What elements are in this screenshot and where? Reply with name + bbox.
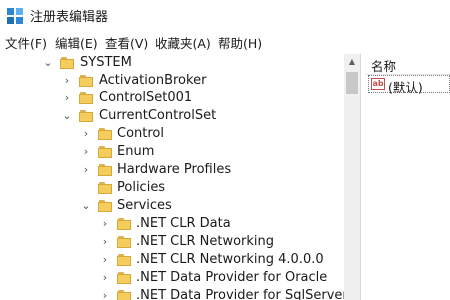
column-header-label: 名称 — [371, 59, 397, 74]
tree-node-net-data-provider-sqlserver[interactable]: › .NET Data Provider for SqlServer — [0, 287, 344, 300]
chevron-right-icon[interactable]: › — [80, 162, 92, 178]
folder-icon — [79, 92, 93, 104]
scroll-up-arrow-icon[interactable]: ▲ — [344, 54, 360, 70]
tree-node-label: Hardware Profiles — [117, 162, 232, 177]
tree-node-label: .NET Data Provider for Oracle — [136, 270, 328, 285]
folder-icon — [98, 146, 112, 158]
tree-node-net-clr-networking[interactable]: › .NET CLR Networking — [0, 233, 344, 251]
menu-edit[interactable]: 编辑(E) — [55, 33, 98, 52]
chevron-right-icon[interactable]: › — [99, 234, 111, 250]
chevron-right-icon[interactable]: › — [99, 216, 111, 232]
chevron-down-icon[interactable]: ⌄ — [80, 198, 92, 214]
folder-icon — [98, 200, 112, 212]
folder-icon — [117, 236, 131, 248]
chevron-right-icon[interactable]: › — [61, 73, 73, 89]
chevron-right-icon[interactable]: › — [99, 270, 111, 286]
folder-icon — [98, 182, 112, 194]
tree-node-label: CurrentControlSet — [99, 108, 217, 123]
tree-node-net-data-provider-oracle[interactable]: › .NET Data Provider for Oracle — [0, 269, 344, 287]
folder-icon — [60, 57, 74, 69]
tree-node-activationbroker[interactable]: › ActivationBroker — [0, 72, 344, 90]
tree-node-label: .NET CLR Data — [136, 216, 231, 231]
tree-node-label: Control — [117, 126, 164, 141]
menu-bar: 文件(F) 编辑(E) 查看(V) 收藏夹(A) 帮助(H) — [0, 30, 450, 52]
folder-icon — [79, 110, 93, 122]
chevron-down-icon[interactable]: ⌄ — [61, 108, 73, 124]
chevron-right-icon[interactable]: › — [61, 90, 73, 106]
chevron-down-icon[interactable]: ⌄ — [42, 55, 54, 71]
tree-node-label: .NET Data Provider for SqlServer — [136, 288, 344, 300]
folder-icon — [117, 254, 131, 266]
menu-file[interactable]: 文件(F) — [5, 33, 47, 52]
registry-tree[interactable]: ⌄ SYSTEM › ActivationBroker › ControlSet… — [0, 54, 344, 300]
tree-node-net-clr-data[interactable]: › .NET CLR Data — [0, 215, 344, 233]
folder-icon — [79, 74, 93, 87]
tree-node-system[interactable]: ⌄ SYSTEM — [0, 54, 344, 72]
chevron-right-icon[interactable]: › — [80, 126, 92, 142]
chevron-right-icon[interactable]: › — [99, 288, 111, 300]
tree-node-enum[interactable]: › Enum — [0, 143, 344, 161]
tree-node-net-clr-networking-4[interactable]: › .NET CLR Networking 4.0.0.0 — [0, 251, 344, 269]
chevron-right-icon[interactable]: › — [99, 252, 111, 268]
tree-node-control[interactable]: › Control — [0, 125, 344, 143]
tree-node-label: .NET CLR Networking 4.0.0.0 — [136, 252, 324, 267]
tree-node-label: SYSTEM — [80, 55, 132, 70]
tree-node-label: Enum — [117, 144, 155, 159]
window-title: 注册表编辑器 — [30, 10, 109, 25]
menu-favorites[interactable]: 收藏夹(A) — [155, 33, 211, 52]
chevron-right-icon[interactable]: › — [80, 144, 92, 160]
tree-node-controlset001[interactable]: › ControlSet001 — [0, 89, 344, 107]
title-bar: 注册表编辑器 — [0, 0, 450, 30]
folder-icon — [98, 128, 112, 140]
value-row-default[interactable]: ab (默认) — [368, 75, 450, 95]
value-name: (默认) — [388, 80, 423, 95]
tree-node-services[interactable]: ⌄ Services — [0, 197, 344, 215]
tree-node-label: ControlSet001 — [99, 90, 193, 105]
folder-icon — [117, 272, 131, 284]
folder-icon — [117, 290, 131, 300]
regedit-icon — [7, 8, 23, 24]
menu-view[interactable]: 查看(V) — [105, 33, 148, 52]
folder-icon — [117, 218, 131, 230]
folder-icon — [98, 164, 112, 176]
string-value-icon: ab — [371, 78, 385, 90]
column-header-name[interactable]: 名称 — [366, 54, 450, 75]
tree-node-label: .NET CLR Networking — [136, 234, 275, 249]
tree-scrollbar[interactable]: ▲ — [344, 54, 360, 300]
scrollbar-thumb[interactable] — [346, 72, 358, 94]
menu-help[interactable]: 帮助(H) — [218, 33, 262, 52]
values-list[interactable]: 名称 ab (默认) — [366, 54, 450, 300]
tree-node-label: Policies — [117, 180, 166, 195]
tree-node-currentcontrolset[interactable]: ⌄ CurrentControlSet — [0, 107, 344, 125]
tree-node-label: ActivationBroker — [99, 72, 207, 88]
tree-node-policies[interactable]: Policies — [0, 179, 344, 197]
tree-node-label: Services — [117, 198, 172, 213]
tree-node-hardware-profiles[interactable]: › Hardware Profiles — [0, 161, 344, 179]
